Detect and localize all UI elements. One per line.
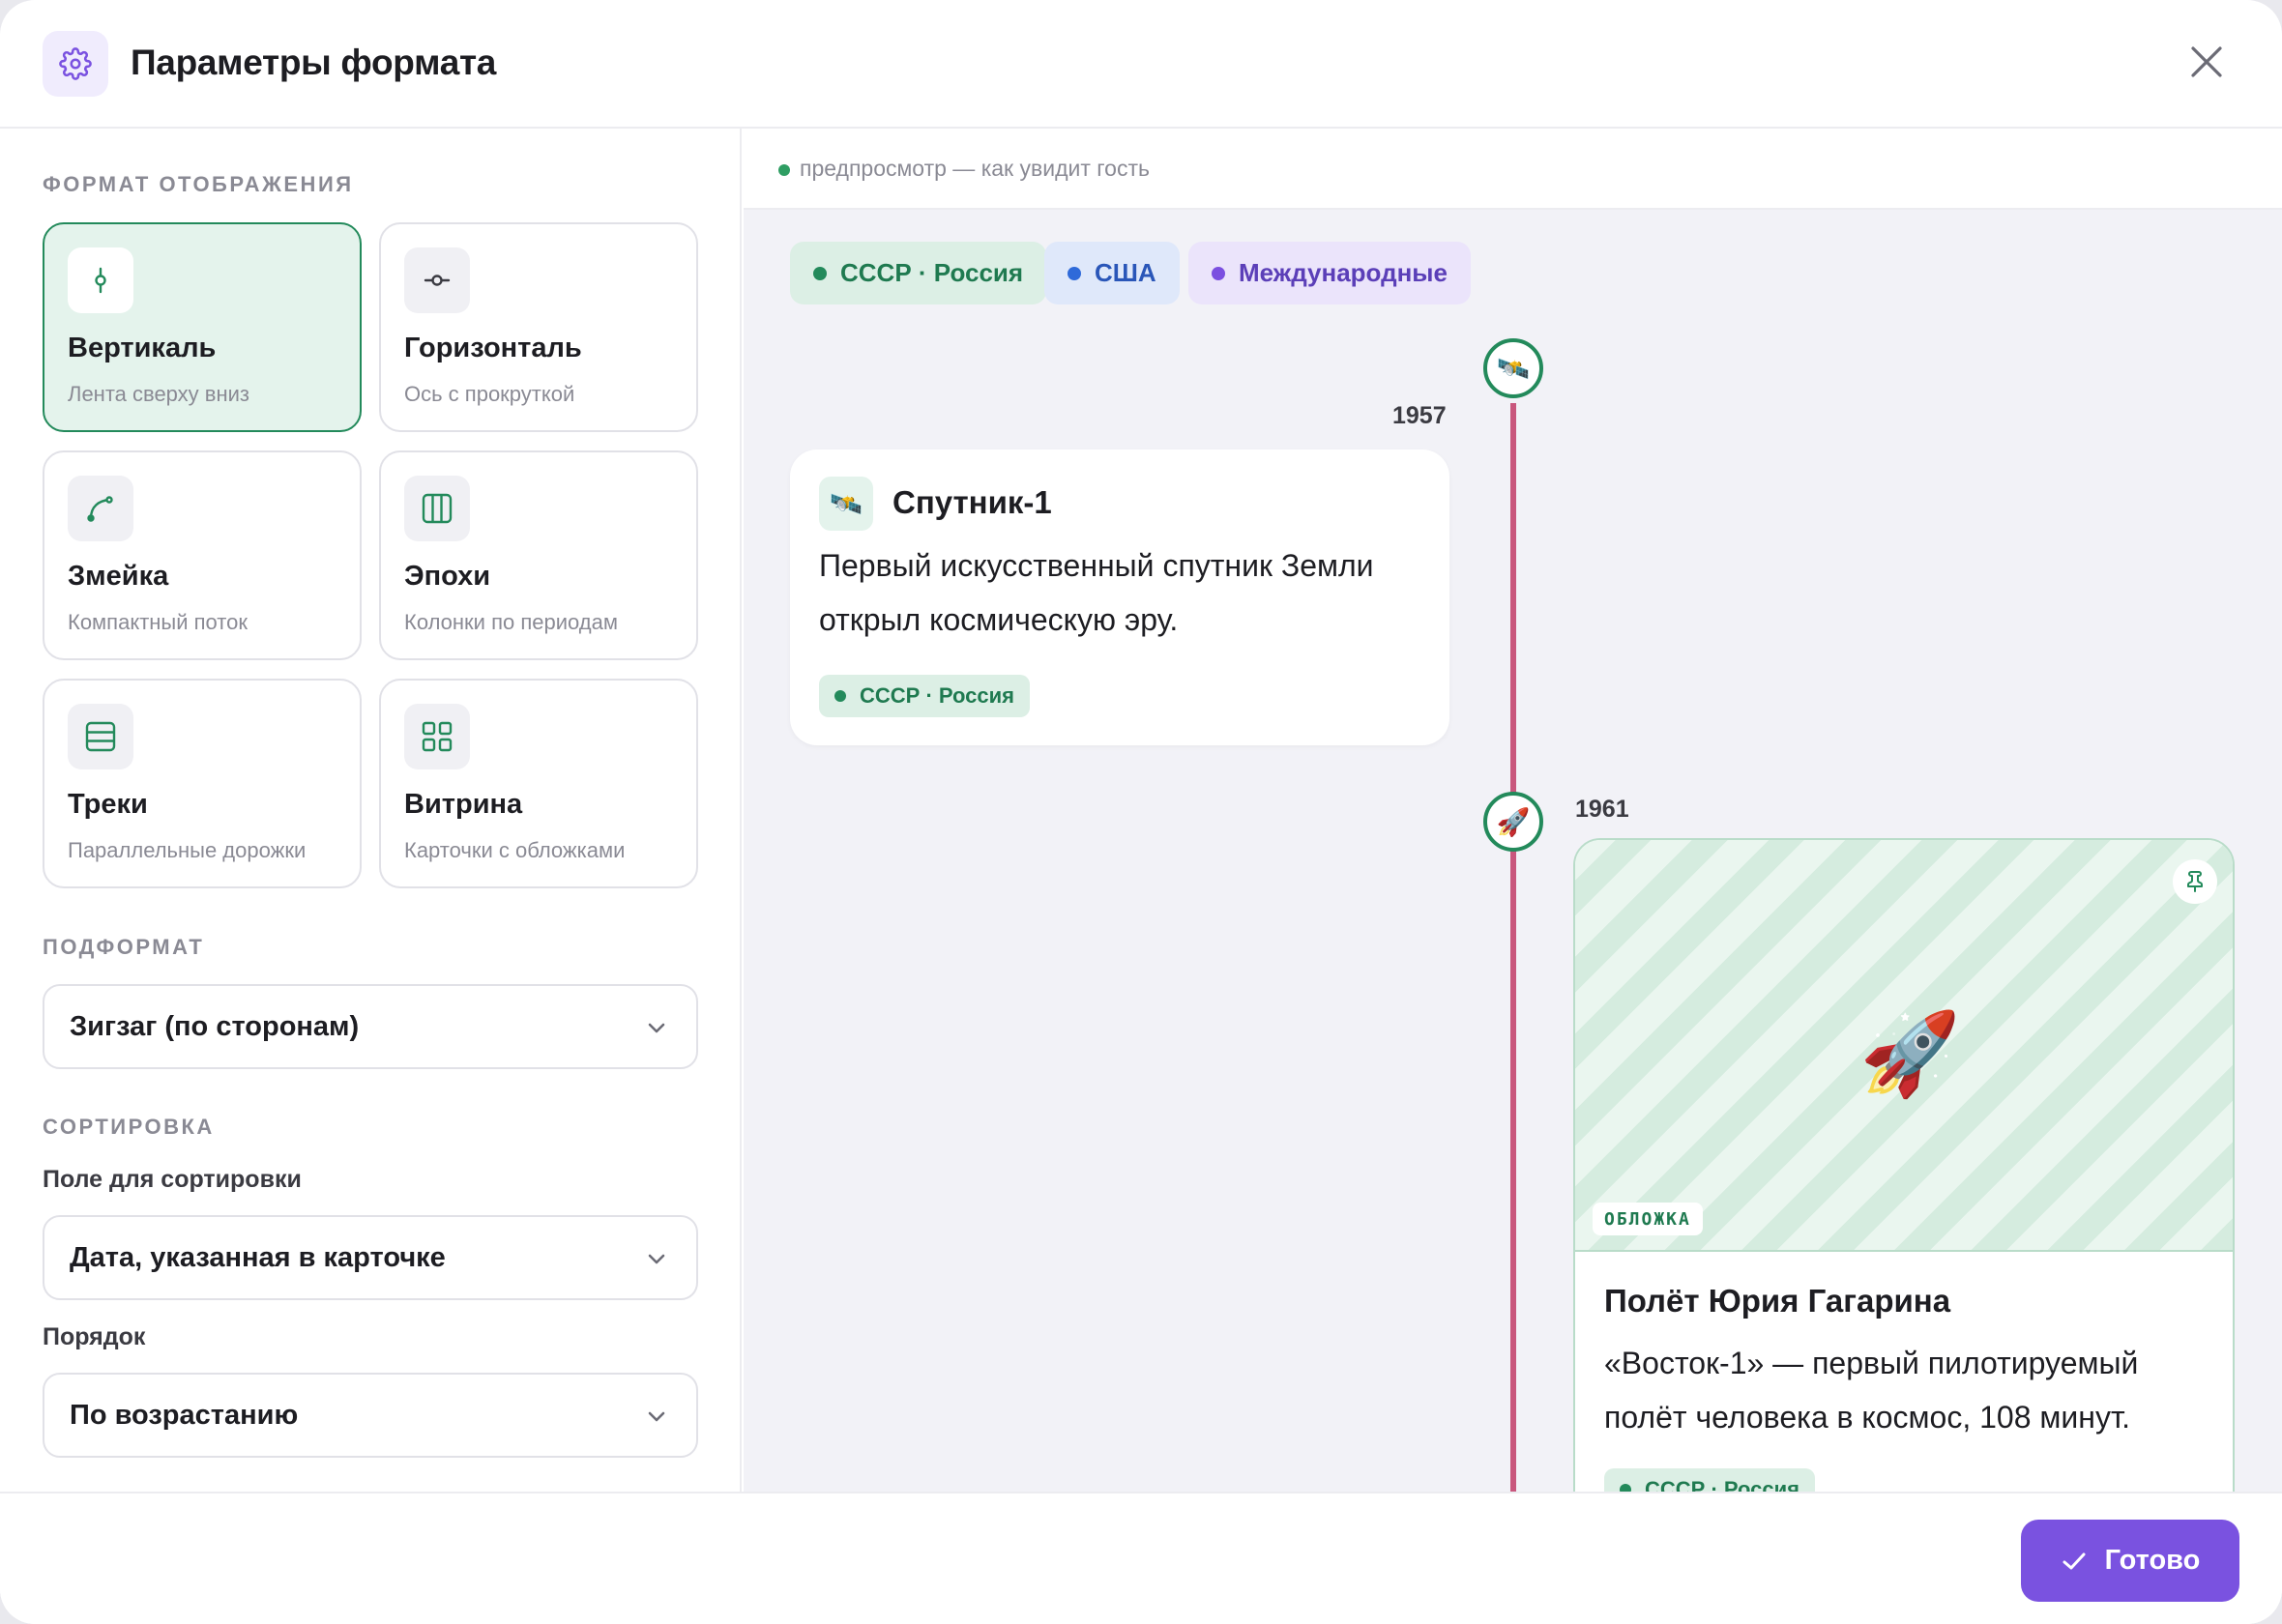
format-option-horizontal[interactable]: Горизонталь Ось с прокруткой (379, 222, 698, 432)
format-option-vertical[interactable]: Вертикаль Лента сверху вниз (43, 222, 362, 432)
subformat-label: ПОДФОРМАТ (43, 935, 205, 959)
done-label: Готово (2104, 1545, 2201, 1576)
format-subtitle: Карточки с обложками (404, 838, 626, 862)
event-tag: СССР · Россия (819, 675, 1030, 717)
sorting-label: СОРТИРОВКА (43, 1115, 215, 1139)
pin-button[interactable] (2173, 859, 2217, 904)
format-option-epochs[interactable]: Эпохи Колонки по периодам (379, 450, 698, 660)
preview-bar: предпросмотр — как увидит гость (744, 129, 2282, 210)
format-subtitle: Компактный поток (68, 610, 248, 634)
rocket-icon: 🚀 (1859, 1008, 1961, 1099)
event-title: Спутник-1 (892, 484, 1052, 520)
timeline-axis (1510, 403, 1516, 1492)
format-subtitle: Параллельные дорожки (68, 838, 307, 862)
sort-field-value: Дата, указанная в карточке (70, 1242, 446, 1273)
preview-label: предпросмотр — как увидит гость (800, 156, 1150, 181)
sort-field-label: Поле для сортировки (43, 1166, 302, 1193)
event-year: 1957 (1392, 402, 1447, 429)
tag-label: СССР · Россия (1645, 1477, 1799, 1492)
chip-dot (1212, 266, 1225, 280)
filter-chip-ussr[interactable]: СССР · Россия (790, 242, 1047, 304)
dialog-header: Параметры формата (0, 0, 2282, 129)
event-text-line: Первый искусственный спутник Земли (819, 548, 1374, 583)
timeline-node: 🚀 (1483, 792, 1543, 852)
dialog-title: Параметры формата (131, 43, 497, 82)
rows-icon (68, 704, 133, 769)
chevron-down-icon (648, 1023, 665, 1033)
format-subtitle: Лента сверху вниз (68, 382, 249, 406)
filter-chip-international[interactable]: Международные (1188, 242, 1471, 304)
horizontal-axis-icon (404, 247, 470, 313)
event-tag: СССР · Россия (1604, 1468, 1815, 1492)
display-format-label: ФОРМАТ ОТОБРАЖЕНИЯ (43, 172, 354, 196)
tag-dot (834, 690, 846, 702)
format-subtitle: Колонки по периодам (404, 610, 618, 634)
event-year: 1961 (1575, 796, 1629, 823)
chip-label: США (1095, 258, 1156, 287)
grid-icon (404, 704, 470, 769)
chevron-down-icon (648, 1254, 665, 1264)
chip-label: СССР · Россия (840, 258, 1024, 287)
event-title: Полёт Юрия Гагарина (1604, 1283, 1951, 1319)
columns-icon (404, 476, 470, 541)
format-option-showcase[interactable]: Витрина Карточки с обложками (379, 679, 698, 888)
rocket-icon: 🚀 (1496, 806, 1531, 837)
settings-sidebar: ФОРМАТ ОТОБРАЖЕНИЯ Вертикаль Лента сверх… (0, 129, 742, 1492)
format-title: Вертикаль (68, 333, 217, 363)
timeline-preview: предпросмотр — как увидит гость СССР · Р… (744, 129, 2282, 1492)
chip-label: Международные (1239, 258, 1448, 287)
close-button[interactable] (2187, 43, 2226, 81)
timeline-node: 🛰️ (1483, 338, 1543, 398)
check-icon (2063, 1552, 2086, 1569)
format-settings-dialog: Параметры формата ФОРМАТ ОТОБРАЖЕНИЯ Вер… (0, 0, 2282, 1624)
curve-icon (68, 476, 133, 541)
event-text-line: открыл космическую эру. (819, 602, 1179, 637)
tag-dot (1620, 1484, 1631, 1492)
format-title: Эпохи (404, 561, 491, 592)
format-title: Горизонталь (404, 333, 582, 363)
subformat-value: Зигзаг (по сторонам) (70, 1011, 360, 1042)
chip-dot (813, 266, 827, 280)
order-select[interactable]: По возрастанию (43, 1373, 698, 1458)
order-value: По возрастанию (70, 1400, 299, 1431)
format-option-snake[interactable]: Змейка Компактный поток (43, 450, 362, 660)
order-label: Порядок (43, 1323, 146, 1350)
tag-label: СССР · Россия (860, 683, 1014, 708)
cover-image: 🚀 ОБЛОЖКА (1575, 840, 2233, 1252)
status-dot (778, 164, 790, 176)
format-title: Треки (68, 789, 148, 820)
filter-chip-usa[interactable]: США (1044, 242, 1180, 304)
pin-icon (2187, 871, 2203, 892)
sort-field-select[interactable]: Дата, указанная в карточке (43, 1215, 698, 1300)
satellite-icon: 🛰️ (1496, 353, 1531, 384)
format-title: Витрина (404, 789, 523, 820)
event-text-line: полёт человека в космос, 108 минут. (1604, 1400, 2130, 1435)
format-option-tracks[interactable]: Треки Параллельные дорожки (43, 679, 362, 888)
chip-dot (1068, 266, 1081, 280)
close-icon (2191, 46, 2222, 77)
format-subtitle: Ось с прокруткой (404, 382, 575, 406)
event-text-line: «Восток-1» — первый пилотируемый (1604, 1346, 2139, 1380)
event-card-with-cover[interactable]: 🚀 ОБЛОЖКА Полёт Юрия Гагарина «Восток-1»… (1573, 838, 2235, 1492)
format-title: Змейка (68, 561, 169, 592)
subformat-select[interactable]: Зигзаг (по сторонам) (43, 984, 698, 1069)
event-card[interactable]: 🛰️ Спутник-1 Первый искусственный спутни… (790, 450, 1449, 745)
vertical-axis-icon (68, 247, 133, 313)
done-button[interactable]: Готово (2021, 1520, 2239, 1602)
cover-badge: ОБЛОЖКА (1593, 1203, 1703, 1235)
satellite-icon: 🛰️ (819, 477, 873, 531)
dialog-footer: Готово (0, 1492, 2282, 1624)
chevron-down-icon (648, 1411, 665, 1422)
gear-icon (43, 31, 108, 97)
